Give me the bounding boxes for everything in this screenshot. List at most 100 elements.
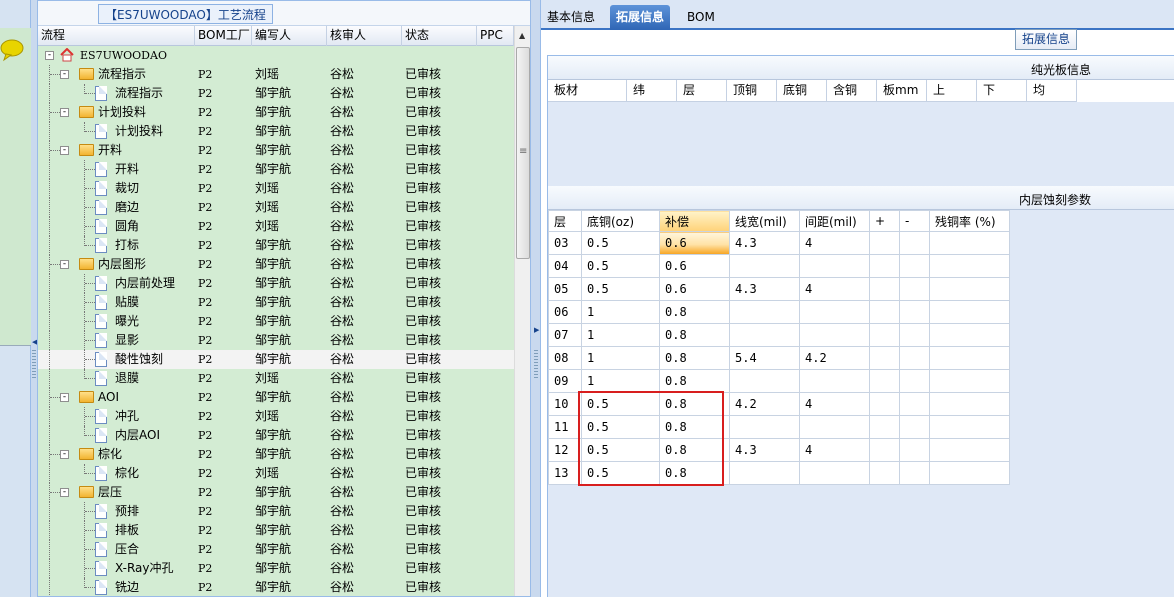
etch-cell[interactable]: 0.8: [659, 415, 730, 439]
tree-row[interactable]: 预排 P2 邹宇航 谷松 已审核: [38, 502, 514, 521]
tree-row[interactable]: 内层AOI P2 邹宇航 谷松 已审核: [38, 426, 514, 445]
tree-header-col-status[interactable]: 状态: [402, 26, 477, 46]
etch-cell[interactable]: 0.8: [659, 323, 730, 347]
tree-row[interactable]: 显影 P2 邹宇航 谷松 已审核: [38, 331, 514, 350]
pure-board-col-header[interactable]: 均: [1027, 80, 1077, 102]
etch-cell[interactable]: [729, 415, 800, 439]
etch-cell[interactable]: 0.8: [659, 461, 730, 485]
tree-node-cell[interactable]: 计划投料: [38, 122, 195, 141]
etch-cell[interactable]: 08: [548, 346, 582, 370]
tree-node-cell[interactable]: 预排: [38, 502, 195, 521]
tree-node-cell[interactable]: 内层前处理: [38, 274, 195, 293]
tree-row[interactable]: - 开料 P2 邹宇航 谷松 已审核: [38, 141, 514, 160]
tree-node-cell[interactable]: 打标: [38, 236, 195, 255]
table-row[interactable]: 10 0.5 0.8 4.2 4: [548, 392, 1010, 416]
collapse-toggle-icon[interactable]: -: [45, 51, 54, 60]
tree-node-cell[interactable]: 裁切: [38, 179, 195, 198]
tree-node-cell[interactable]: 显影: [38, 331, 195, 350]
tree-header-col-bom-factory[interactable]: BOM工厂: [195, 26, 252, 46]
pure-board-col-header[interactable]: 下: [977, 80, 1027, 102]
etch-cell[interactable]: [929, 346, 1010, 370]
etch-cell[interactable]: [799, 461, 870, 485]
tree-row[interactable]: 开料 P2 邹宇航 谷松 已审核: [38, 160, 514, 179]
table-row[interactable]: 08 1 0.8 5.4 4.2: [548, 346, 1010, 370]
collapse-toggle-icon[interactable]: -: [60, 488, 69, 497]
etch-cell[interactable]: 10: [548, 392, 582, 416]
tree-node-cell[interactable]: - 层压: [38, 483, 195, 502]
tree-node-cell[interactable]: 冲孔: [38, 407, 195, 426]
table-row[interactable]: 09 1 0.8: [548, 369, 1010, 393]
tree-node-cell[interactable]: 曝光: [38, 312, 195, 331]
etch-cell[interactable]: [899, 300, 930, 324]
etch-cell[interactable]: 0.8: [659, 438, 730, 462]
etch-col-header[interactable]: 补偿: [659, 210, 730, 232]
table-row[interactable]: 07 1 0.8: [548, 323, 1010, 347]
tree-row[interactable]: 曝光 P2 邹宇航 谷松 已审核: [38, 312, 514, 331]
etch-cell[interactable]: [869, 231, 900, 255]
etch-cell[interactable]: 06: [548, 300, 582, 324]
etch-col-header[interactable]: 层: [548, 210, 582, 232]
tree-row[interactable]: 贴膜 P2 邹宇航 谷松 已审核: [38, 293, 514, 312]
tree-node-cell[interactable]: - ES7UWOODAO: [38, 46, 195, 65]
tree-row[interactable]: 内层前处理 P2 邹宇航 谷松 已审核: [38, 274, 514, 293]
etch-cell[interactable]: [869, 438, 900, 462]
etch-cell[interactable]: 0.6: [659, 277, 730, 301]
tab-extended-info[interactable]: 拓展信息: [610, 5, 671, 30]
collapse-toggle-icon[interactable]: -: [60, 108, 69, 117]
etch-cell[interactable]: [899, 415, 930, 439]
etch-cell[interactable]: [929, 438, 1010, 462]
pure-board-col-header[interactable]: 层: [677, 80, 727, 102]
etch-cell[interactable]: [899, 231, 930, 255]
pure-board-col-header[interactable]: 底铜: [777, 80, 827, 102]
etch-cell[interactable]: [929, 323, 1010, 347]
etch-cell[interactable]: [899, 438, 930, 462]
tree-row[interactable]: X-Ray冲孔 P2 邹宇航 谷松 已审核: [38, 559, 514, 578]
etch-cell[interactable]: [929, 254, 1010, 278]
tree-row[interactable]: - 流程指示 P2 刘瑶 谷松 已审核: [38, 65, 514, 84]
tree-row[interactable]: - 棕化 P2 邹宇航 谷松 已审核: [38, 445, 514, 464]
tree-node-cell[interactable]: 酸性蚀刻: [38, 350, 195, 369]
etch-cell[interactable]: 0.5: [581, 392, 660, 416]
pure-board-col-header[interactable]: 含铜: [827, 80, 877, 102]
table-row[interactable]: 04 0.5 0.6: [548, 254, 1010, 278]
collapse-toggle-icon[interactable]: -: [60, 70, 69, 79]
etch-cell[interactable]: [899, 369, 930, 393]
etch-cell[interactable]: [729, 254, 800, 278]
etch-cell[interactable]: [899, 392, 930, 416]
etch-cell[interactable]: 12: [548, 438, 582, 462]
tree-row[interactable]: 铣边 P2 邹宇航 谷松 已审核: [38, 578, 514, 596]
tree-row[interactable]: - ES7UWOODAO: [38, 46, 514, 65]
etch-cell[interactable]: 1: [581, 346, 660, 370]
etch-cell[interactable]: 4.3: [729, 438, 800, 462]
etch-cell[interactable]: 07: [548, 323, 582, 347]
etch-cell[interactable]: [799, 323, 870, 347]
tree-node-cell[interactable]: 流程指示: [38, 84, 195, 103]
etch-cell[interactable]: 0.8: [659, 346, 730, 370]
tree-row[interactable]: 圆角 P2 刘瑶 谷松 已审核: [38, 217, 514, 236]
etch-cell[interactable]: [729, 461, 800, 485]
table-row[interactable]: 11 0.5 0.8: [548, 415, 1010, 439]
etch-cell[interactable]: [869, 369, 900, 393]
pure-board-col-header[interactable]: 纬: [627, 80, 677, 102]
etch-cell[interactable]: [869, 300, 900, 324]
tree-node-cell[interactable]: - AOI: [38, 388, 195, 407]
etch-col-header[interactable]: 残铜率 (%): [929, 210, 1010, 232]
tree-node-cell[interactable]: 贴膜: [38, 293, 195, 312]
etch-cell[interactable]: 1: [581, 300, 660, 324]
center-splitter[interactable]: ▶: [531, 0, 540, 597]
pure-board-col-header[interactable]: 顶铜: [727, 80, 777, 102]
tree-row[interactable]: 棕化 P2 刘瑶 谷松 已审核: [38, 464, 514, 483]
etch-cell[interactable]: 0.8: [659, 369, 730, 393]
table-row[interactable]: 03 0.5 0.6 4.3 4: [548, 231, 1010, 255]
etch-cell[interactable]: 5.4: [729, 346, 800, 370]
etch-cell[interactable]: [869, 392, 900, 416]
etch-cell[interactable]: 4: [799, 231, 870, 255]
tree-node-cell[interactable]: 铣边: [38, 578, 195, 596]
tree-row[interactable]: 打标 P2 邹宇航 谷松 已审核: [38, 236, 514, 255]
pure-board-col-header[interactable]: 上: [927, 80, 977, 102]
tree-row[interactable]: - 计划投料 P2 邹宇航 谷松 已审核: [38, 103, 514, 122]
etch-cell[interactable]: [899, 461, 930, 485]
tree-row[interactable]: 排板 P2 邹宇航 谷松 已审核: [38, 521, 514, 540]
etch-cell[interactable]: [729, 300, 800, 324]
etch-cell[interactable]: [869, 461, 900, 485]
